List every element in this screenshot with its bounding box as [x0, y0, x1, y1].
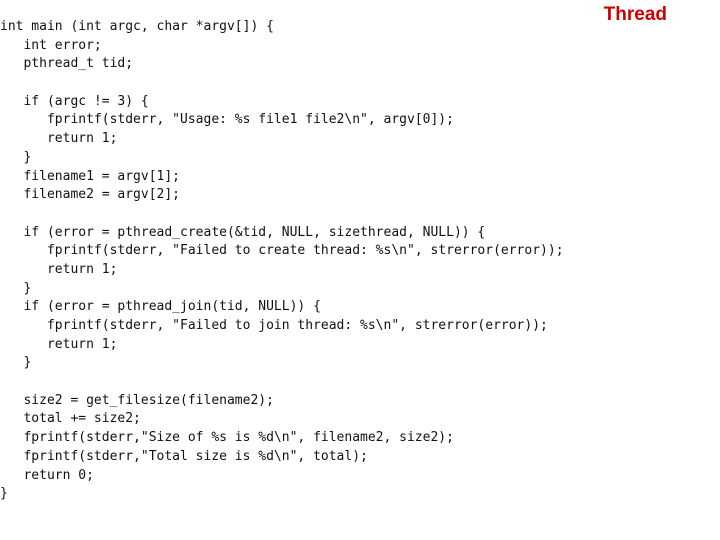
code-line: if (argc != 3) {	[0, 93, 149, 109]
slide-title: Thread	[603, 4, 667, 25]
code-line: if (error = pthread_join(tid, NULL)) {	[0, 299, 321, 315]
code-line: }	[0, 149, 32, 165]
code-line: }	[0, 486, 8, 502]
code-line: filename2 = argv[2];	[0, 187, 181, 203]
code-line: fprintf(stderr, "Usage: %s file1 file2\n…	[0, 112, 454, 128]
code-line: if (error = pthread_create(&tid, NULL, s…	[0, 224, 486, 240]
code-line: fprintf(stderr, "Failed to create thread…	[0, 243, 564, 259]
code-line: fprintf(stderr,"Size of %s is %d\n", fil…	[0, 430, 454, 446]
code-block: int main (int argc, char *argv[]) { int …	[0, 18, 564, 504]
code-line: return 0;	[0, 467, 94, 483]
code-line: int main (int argc, char *argv[]) {	[0, 19, 274, 34]
code-line: int error;	[0, 37, 102, 53]
code-line: total += size2;	[0, 411, 141, 427]
code-line: fprintf(stderr, "Failed to join thread: …	[0, 318, 548, 333]
code-line: fprintf(stderr,"Total size is %d\n", tot…	[0, 448, 368, 464]
code-line: return 1;	[0, 336, 118, 352]
code-line: return 1;	[0, 131, 118, 147]
code-line: size2 = get_filesize(filename2);	[0, 392, 274, 408]
code-line: filename1 = argv[1];	[0, 168, 181, 184]
code-line: }	[0, 280, 32, 296]
code-line: return 1;	[0, 261, 118, 277]
code-line: }	[0, 355, 32, 371]
code-line: pthread_t tid;	[0, 56, 134, 72]
